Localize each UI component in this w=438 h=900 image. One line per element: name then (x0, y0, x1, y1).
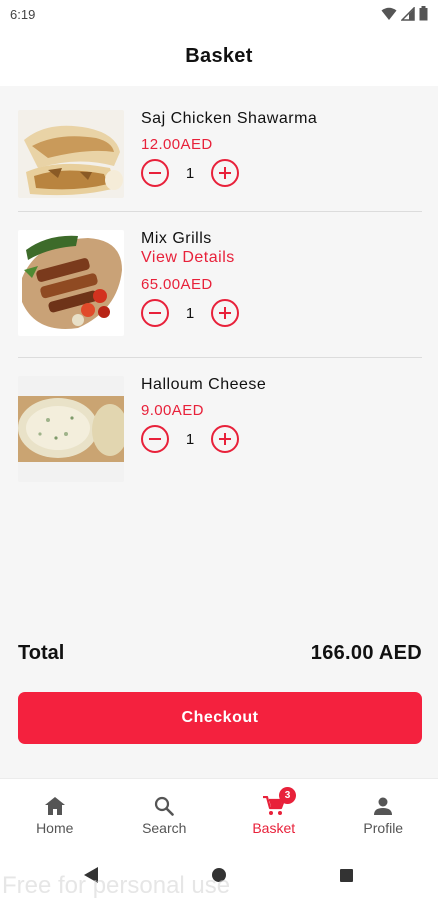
nav-label: Profile (363, 820, 404, 836)
quantity-stepper: 1 (141, 425, 266, 453)
nav-profile[interactable]: Profile (329, 779, 438, 848)
minus-icon (149, 438, 161, 440)
item-image-mix-grills (18, 230, 124, 336)
back-icon[interactable] (84, 867, 98, 883)
item-name: Saj Chicken Shawarma (141, 110, 318, 127)
decrease-quantity-button[interactable] (141, 299, 169, 327)
increase-quantity-button[interactable] (211, 425, 239, 453)
increase-quantity-button[interactable] (211, 159, 239, 187)
item-price: 9.00AED (141, 402, 204, 419)
minus-icon (149, 172, 161, 174)
signal-icon (401, 6, 415, 21)
item-price: 12.00AED (141, 136, 213, 153)
increase-quantity-button[interactable] (211, 299, 239, 327)
page-title: Basket (185, 45, 253, 67)
status-bar: 6:19 (0, 0, 438, 30)
divider (18, 357, 422, 358)
nav-home[interactable]: Home (0, 779, 110, 848)
item-info: Saj Chicken Shawarma 12.00AED 1 (141, 110, 317, 187)
total-label: Total (18, 642, 65, 664)
total-value: 166.00 AED (310, 642, 422, 664)
home-icon (44, 797, 65, 815)
decrease-quantity-button[interactable] (141, 425, 169, 453)
item-info: Halloum Cheese 9.00AED 1 (141, 376, 266, 453)
quantity-value: 1 (185, 164, 195, 182)
bottom-nav: Home Search 3 Basket Profile (0, 778, 438, 848)
quantity-value: 1 (185, 430, 195, 448)
minus-icon (149, 312, 161, 314)
nav-basket[interactable]: 3 Basket (219, 779, 329, 848)
nav-label: Home (36, 820, 74, 836)
person-icon (374, 797, 393, 815)
status-icons (381, 6, 428, 21)
search-icon (155, 796, 175, 816)
app-header: Basket (0, 30, 438, 86)
system-nav-bar (0, 848, 438, 900)
checkout-button[interactable]: Checkout (18, 692, 422, 744)
decrease-quantity-button[interactable] (141, 159, 169, 187)
quantity-stepper: 1 (141, 159, 317, 187)
item-price: 65.00AED (141, 276, 213, 293)
nav-label: Search (142, 820, 187, 836)
item-info: Mix Grills View Details 65.00AED 1 (141, 230, 239, 327)
view-details-link[interactable]: View Details (141, 249, 239, 267)
quantity-value: 1 (185, 304, 195, 322)
status-time: 6:19 (10, 7, 36, 22)
quantity-stepper: 1 (141, 299, 239, 327)
home-circle-icon[interactable] (212, 868, 226, 882)
basket-count-badge: 3 (279, 787, 296, 804)
recent-apps-icon[interactable] (340, 869, 353, 882)
nav-label: Basket (252, 820, 296, 836)
nav-search[interactable]: Search (110, 779, 220, 848)
item-name: Mix Grills (141, 230, 212, 247)
item-name: Halloum Cheese (141, 376, 267, 393)
battery-icon (419, 6, 428, 21)
item-image-halloum-cheese (18, 376, 124, 482)
total-row: Total 166.00 AED (18, 642, 422, 665)
divider (18, 211, 422, 212)
item-image-shawarma (18, 110, 124, 198)
wifi-icon (381, 7, 397, 20)
